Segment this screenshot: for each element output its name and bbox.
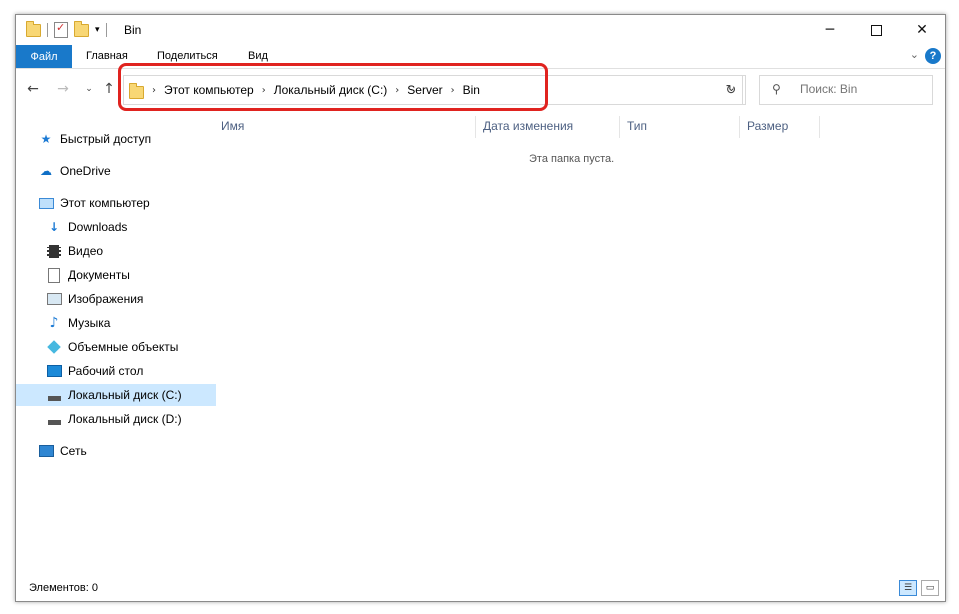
sidebar-item-label: Изображения [68, 292, 144, 306]
navigation-pane: ★ Быстрый доступ ☁ OneDrive Этот компьют… [16, 115, 216, 577]
sidebar-item-quick-access[interactable]: ★ Быстрый доступ [38, 128, 152, 150]
column-header-date[interactable]: Дата изменения [483, 119, 573, 141]
sidebar-item-label: Документы [68, 268, 130, 282]
drive-icon [46, 411, 62, 427]
divider [105, 23, 107, 37]
up-button[interactable]: ↑ [100, 79, 118, 99]
sidebar-item-3d-objects[interactable]: Объемные объекты [46, 336, 178, 358]
large-icons-view-button[interactable]: ▭ [921, 580, 939, 596]
sidebar-item-label: Сеть [60, 444, 87, 458]
network-icon [38, 443, 54, 459]
window-title: Bin [124, 23, 142, 37]
search-icon: ⚲ [772, 82, 781, 96]
drive-icon [46, 387, 62, 403]
sidebar-item-label: OneDrive [60, 164, 111, 178]
maximize-button[interactable] [853, 15, 899, 45]
search-box[interactable]: ⚲ [759, 75, 933, 105]
folder-icon [26, 20, 41, 37]
address-highlight-box [118, 63, 548, 111]
sidebar-item-label: Быстрый доступ [60, 132, 152, 146]
3d-objects-icon [46, 339, 62, 355]
tab-share[interactable]: Поделиться [157, 50, 218, 62]
minimize-button[interactable]: ─ [807, 15, 853, 45]
search-input[interactable] [798, 81, 930, 97]
sidebar-item-onedrive[interactable]: ☁ OneDrive [38, 160, 111, 182]
sidebar-item-label: Видео [68, 244, 104, 258]
properties-icon[interactable] [54, 21, 68, 38]
column-divider[interactable] [739, 116, 740, 138]
status-item-count: Элементов: 0 [29, 582, 98, 594]
divider [47, 23, 48, 37]
pictures-icon [46, 291, 62, 307]
column-divider[interactable] [619, 116, 620, 138]
computer-icon [38, 195, 54, 211]
minimize-icon: ─ [825, 22, 835, 38]
forward-button[interactable]: → [54, 79, 72, 99]
tab-view[interactable]: Вид [248, 50, 268, 62]
sidebar-item-pictures[interactable]: Изображения [46, 288, 143, 310]
arrow-up-icon: ↑ [103, 81, 115, 97]
details-view-icon: ☰ [903, 583, 913, 593]
details-view-button[interactable]: ☰ [899, 580, 917, 596]
empty-folder-message: Эта папка пуста. [529, 153, 615, 165]
sidebar-item-label: Этот компьютер [60, 196, 150, 210]
sidebar-item-label: Downloads [68, 220, 128, 234]
quick-access-toolbar: ▾ [26, 20, 113, 39]
close-icon: ✕ [916, 22, 928, 38]
sidebar-item-desktop[interactable]: Рабочий стол [46, 360, 143, 382]
document-icon [46, 267, 62, 283]
new-folder-icon[interactable] [74, 20, 89, 37]
sidebar-item-downloads[interactable]: ↓ Downloads [46, 216, 127, 238]
column-header-name[interactable]: Имя [221, 119, 244, 141]
maximize-icon [870, 24, 882, 36]
arrow-left-icon: ← [27, 81, 39, 97]
sidebar-item-documents[interactable]: Документы [46, 264, 130, 286]
music-icon: ♪ [49, 315, 59, 331]
sidebar-item-label: Музыка [68, 316, 111, 330]
column-divider[interactable] [819, 116, 820, 138]
back-button[interactable]: ← [24, 79, 42, 99]
sidebar-item-label: Локальный диск (D:) [68, 412, 182, 426]
close-button[interactable]: ✕ [899, 15, 945, 45]
column-header-size[interactable]: Размер [747, 119, 788, 141]
desktop-icon [46, 363, 62, 379]
sidebar-item-drive-c[interactable]: Локальный диск (C:) [16, 384, 216, 406]
tab-file[interactable]: Файл [16, 45, 72, 68]
sidebar-item-label: Рабочий стол [68, 364, 144, 378]
sidebar-item-this-pc[interactable]: Этот компьютер [38, 192, 150, 214]
title-bar: ▾ Bin ─ ✕ [16, 15, 945, 45]
video-icon [46, 243, 62, 259]
sidebar-item-label: Локальный диск (C:) [68, 388, 182, 402]
tab-home[interactable]: Главная [86, 50, 128, 62]
sidebar-item-drive-d[interactable]: Локальный диск (D:) [46, 408, 182, 430]
explorer-window: ▾ Bin ─ ✕ Файл Главная Поделиться Вид ⌄ … [15, 14, 946, 602]
refresh-button[interactable]: ↻ [717, 75, 746, 105]
recent-locations-button[interactable]: ⌄ [80, 79, 98, 99]
customize-toolbar-icon[interactable]: ▾ [95, 25, 100, 35]
refresh-icon: ↻ [725, 82, 737, 98]
star-icon: ★ [40, 132, 52, 146]
download-icon: ↓ [48, 220, 60, 234]
help-button[interactable]: ? [925, 48, 941, 64]
column-divider[interactable] [475, 116, 476, 138]
chevron-down-icon: ⌄ [85, 84, 93, 94]
large-icons-view-icon: ▭ [925, 583, 935, 593]
sidebar-item-music[interactable]: ♪ Музыка [46, 312, 111, 334]
expand-ribbon-icon[interactable]: ⌄ [910, 48, 919, 61]
column-header-type[interactable]: Тип [627, 119, 647, 141]
sidebar-item-label: Объемные объекты [68, 340, 179, 354]
sidebar-item-videos[interactable]: Видео [46, 240, 103, 262]
arrow-right-icon: → [57, 81, 69, 97]
cloud-icon: ☁ [40, 164, 52, 178]
sidebar-item-network[interactable]: Сеть [38, 440, 87, 462]
